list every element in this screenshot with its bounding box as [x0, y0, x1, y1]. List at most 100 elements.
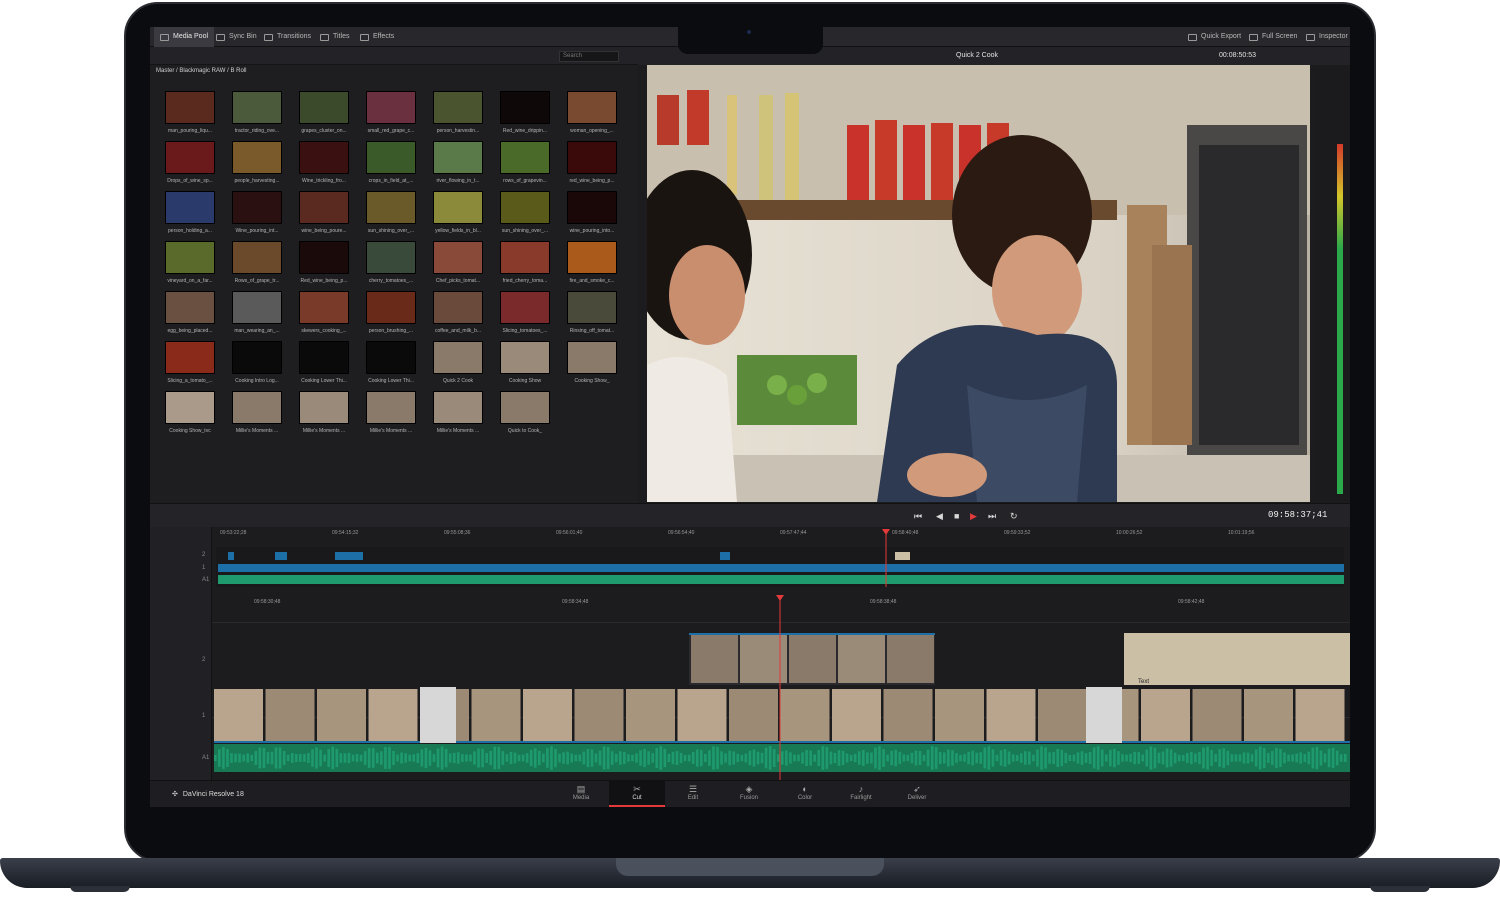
waveform-bar[interactable]: [1072, 754, 1076, 762]
waveform-bar[interactable]: [1003, 749, 1007, 767]
waveform-bar[interactable]: [1125, 754, 1128, 762]
media-clip[interactable]: crops_in_field_at_...: [361, 141, 421, 184]
waveform-bar[interactable]: [538, 750, 541, 766]
media-clip[interactable]: wine_being_poure...: [294, 191, 354, 234]
waveform-bar[interactable]: [452, 752, 456, 764]
waveform-bar[interactable]: [797, 754, 800, 762]
waveform-bar[interactable]: [1157, 752, 1161, 764]
waveform-bar[interactable]: [481, 748, 484, 768]
page-tab-edit[interactable]: ☰ Edit: [665, 780, 721, 807]
waveform-bar[interactable]: [290, 752, 294, 764]
page-tab-media[interactable]: ▤ Media: [553, 780, 609, 807]
waveform-bar[interactable]: [1198, 751, 1201, 765]
media-clip[interactable]: Slicing_a_tomato_...: [160, 341, 220, 384]
waveform-bar[interactable]: [918, 750, 922, 766]
media-clip[interactable]: Drops_of_wine_sp...: [160, 141, 220, 184]
media-clip[interactable]: river_flowing_in_t...: [428, 141, 488, 184]
waveform-bar[interactable]: [416, 753, 420, 763]
stop-icon[interactable]: ■: [954, 511, 959, 521]
waveform-bar[interactable]: [704, 754, 707, 762]
waveform-bar[interactable]: [845, 753, 849, 763]
timeline-tracks[interactable]: 2 1 A1 2 1 A1 Text: [150, 527, 1350, 780]
waveform-bar[interactable]: [671, 751, 675, 765]
media-clip[interactable]: Quick to Cook_: [495, 391, 555, 434]
media-clip[interactable]: Rows_of_grape_tr...: [227, 241, 287, 284]
v1-clip-frame[interactable]: [265, 689, 315, 741]
waveform-bar[interactable]: [748, 750, 752, 766]
v2-clip-border[interactable]: [689, 633, 935, 635]
media-clip[interactable]: Wine_trickling_fro...: [294, 141, 354, 184]
waveform-bar[interactable]: [959, 754, 962, 762]
waveform-bar[interactable]: [558, 753, 561, 763]
v1-clip-frame[interactable]: [729, 689, 778, 741]
waveform-bar[interactable]: [785, 750, 788, 766]
waveform-bar[interactable]: [214, 755, 217, 761]
media-clip[interactable]: rows_of_grapevin...: [495, 141, 555, 184]
waveform-bar[interactable]: [752, 749, 756, 767]
waveform-bar[interactable]: [598, 750, 602, 766]
waveform-bar[interactable]: [400, 752, 403, 764]
waveform-bar[interactable]: [983, 747, 987, 769]
waveform-bar[interactable]: [1303, 753, 1307, 763]
waveform-bar[interactable]: [841, 750, 845, 766]
v1-clip-frame[interactable]: [317, 689, 366, 741]
waveform-bar[interactable]: [639, 750, 642, 766]
waveform-bar[interactable]: [371, 748, 375, 768]
waveform-bar[interactable]: [667, 753, 671, 763]
waveform-bar[interactable]: [222, 747, 225, 769]
waveform-bar[interactable]: [724, 753, 727, 763]
waveform-bar[interactable]: [1291, 754, 1294, 762]
waveform-bar[interactable]: [396, 754, 399, 762]
waveform-bar[interactable]: [1048, 752, 1051, 764]
waveform-bar[interactable]: [1210, 750, 1213, 766]
waveform-bar[interactable]: [469, 754, 472, 762]
waveform-bar[interactable]: [1165, 748, 1169, 768]
waveform-bar[interactable]: [376, 752, 379, 764]
waveform-bar[interactable]: [1032, 754, 1035, 762]
waveform-bar[interactable]: [505, 754, 509, 762]
waveform-bar[interactable]: [1161, 751, 1165, 765]
media-clip[interactable]: fried_cherry_toma...: [495, 241, 555, 284]
upper-a1-track[interactable]: [218, 575, 1344, 584]
media-clip[interactable]: Wine_pouring_int...: [227, 191, 287, 234]
waveform-bar[interactable]: [388, 747, 391, 769]
waveform-bar[interactable]: [1246, 752, 1250, 764]
waveform-bar[interactable]: [246, 753, 249, 763]
transitions-tab[interactable]: Transitions: [264, 27, 311, 47]
waveform-bar[interactable]: [623, 752, 626, 764]
inspector-button[interactable]: Inspector: [1306, 27, 1348, 47]
waveform-bar[interactable]: [286, 754, 290, 762]
v1-clip-frame[interactable]: [214, 689, 263, 741]
waveform-bar[interactable]: [1015, 754, 1019, 762]
waveform-bar[interactable]: [606, 746, 610, 770]
waveform-bar[interactable]: [311, 749, 314, 767]
media-clip[interactable]: Quick 2 Cook: [428, 341, 488, 384]
waveform-bar[interactable]: [570, 753, 573, 763]
waveform-bar[interactable]: [930, 746, 934, 770]
waveform-bar[interactable]: [700, 749, 703, 767]
v1-clip-frame[interactable]: [1141, 689, 1190, 741]
waveform-bar[interactable]: [1056, 748, 1059, 768]
waveform-bar[interactable]: [319, 749, 322, 767]
waveform-bar[interactable]: [1307, 751, 1311, 765]
v1-clip-frame[interactable]: [883, 689, 933, 741]
titles-tab[interactable]: Titles: [320, 27, 349, 47]
waveform-bar[interactable]: [1339, 754, 1343, 762]
waveform-bar[interactable]: [529, 749, 533, 767]
waveform-bar[interactable]: [525, 753, 529, 763]
media-clip[interactable]: grapes_cluster_on...: [294, 91, 354, 134]
waveform-bar[interactable]: [1096, 746, 1100, 770]
waveform-bar[interactable]: [712, 746, 715, 770]
waveform-bar[interactable]: [448, 753, 452, 763]
waveform-bar[interactable]: [1218, 749, 1221, 767]
waveform-bar[interactable]: [829, 751, 833, 765]
waveform-bar[interactable]: [1214, 754, 1217, 762]
waveform-bar[interactable]: [1230, 754, 1234, 762]
waveform-bar[interactable]: [1267, 753, 1270, 763]
waveform-bar[interactable]: [1319, 750, 1323, 766]
waveform-bar[interactable]: [736, 753, 740, 763]
waveform-bar[interactable]: [1084, 753, 1088, 763]
waveform-bar[interactable]: [1299, 752, 1302, 764]
waveform-bar[interactable]: [991, 749, 995, 767]
waveform-bar[interactable]: [837, 750, 841, 766]
